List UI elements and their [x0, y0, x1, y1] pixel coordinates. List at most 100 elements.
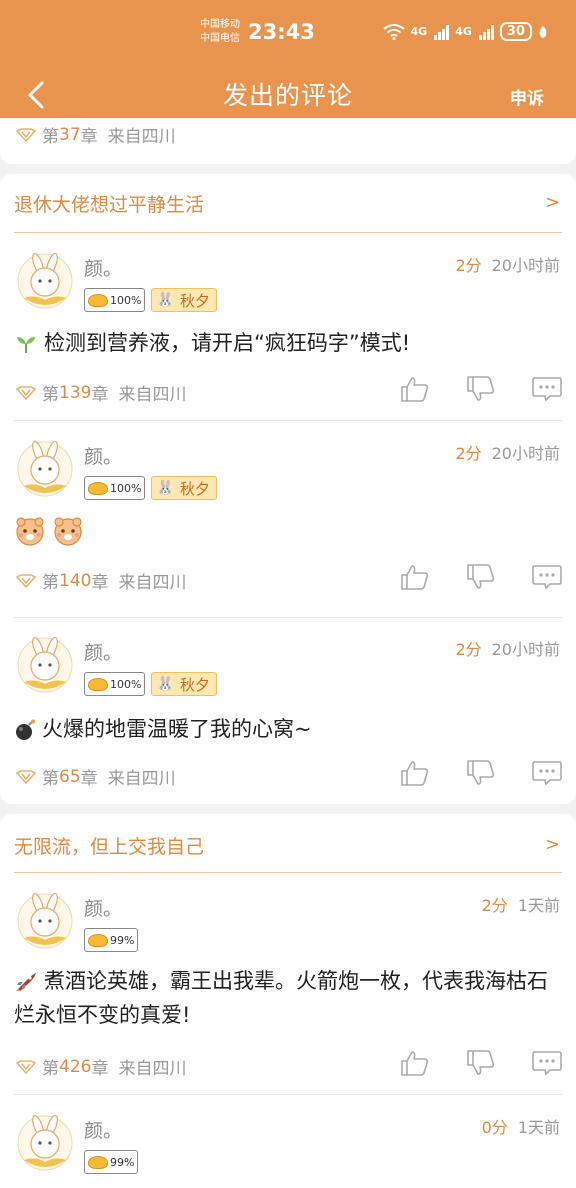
score: 2分 [481, 896, 508, 915]
timestamp: 20小时前 [491, 640, 560, 659]
net-2-label: 4G [455, 25, 472, 38]
thumbs-up-icon[interactable] [400, 376, 430, 402]
chapter-suffix: 章 [80, 769, 98, 789]
comment-meta: 2分 20小时前 [455, 440, 560, 464]
score: 2分 [455, 256, 482, 275]
chapter-suffix: 章 [91, 1059, 109, 1079]
chapter-prefix: 第 [42, 1059, 59, 1079]
avatar[interactable] [16, 252, 74, 310]
chevron-right-icon[interactable]: > [545, 834, 560, 855]
book-title[interactable]: 退休大佬想过平静生活 [14, 190, 204, 217]
rank-badge: 🐰 秋夕 [151, 476, 217, 500]
comment-meta: 2分 20小时前 [455, 252, 560, 276]
timestamp: 20小时前 [491, 256, 560, 275]
comment-body: 检测到营养液，请开启“疯狂码字”模式! [44, 331, 411, 355]
thumbs-down-icon[interactable] [466, 376, 496, 402]
user-badges: 99% [84, 928, 139, 952]
reply-comment-icon[interactable] [532, 564, 562, 590]
chapter-number: 37 [59, 124, 81, 145]
reply-comment-icon[interactable] [532, 376, 562, 402]
gold-ingot-icon [88, 933, 108, 947]
comment-footer: 第 37 章 来自四川 [16, 122, 176, 147]
user-badges: 99% [84, 1150, 139, 1174]
chapter-prefix: 第 [42, 385, 59, 405]
carrier-2: 中国电信 [200, 33, 240, 44]
timestamp: 1天前 [517, 1118, 560, 1137]
chapter-number: 426 [59, 1056, 92, 1077]
gold-badge: 100% [84, 476, 146, 500]
chapter-number: 140 [59, 570, 92, 591]
vip-icon [16, 573, 36, 588]
gold-percent: 100% [110, 677, 142, 691]
timestamp: 1天前 [517, 896, 560, 915]
chapter-prefix: 第 [42, 573, 59, 593]
rank-label: 秋夕 [179, 291, 210, 310]
book-title[interactable]: 无限流，但上交我自己 [14, 832, 204, 859]
username[interactable]: 颜。 [84, 1116, 122, 1143]
gold-percent: 99% [110, 1155, 135, 1169]
vip-icon [16, 1059, 36, 1074]
comment-footer: 第 139 章 来自四川 [16, 380, 186, 405]
divider [14, 232, 562, 233]
comment-text: 煮酒论英雄，霸王出我辈。火箭炮一枚，代表我海枯石烂永恒不变的真爱! [14, 964, 560, 1032]
user-badges: 100% 🐰 秋夕 [84, 288, 217, 312]
gold-badge: 100% [84, 288, 146, 312]
thumbs-up-icon[interactable] [400, 760, 430, 786]
sprout-icon [17, 337, 35, 353]
rabbit-icon: 🐰 [156, 292, 174, 308]
user-badges: 100% 🐰 秋夕 [84, 672, 217, 696]
leaf-icon [539, 25, 547, 38]
avatar[interactable] [16, 1114, 74, 1172]
gold-ingot-icon [88, 293, 108, 307]
chapter-prefix: 第 [42, 127, 59, 147]
location: 来自四川 [118, 1059, 187, 1079]
divider [14, 1094, 562, 1095]
chapter-number: 139 [59, 382, 92, 403]
gold-ingot-icon [88, 677, 108, 691]
username[interactable]: 颜。 [84, 442, 122, 469]
book-group-card: 无限流，但上交我自己 > 颜。 2分 1天前 99% 煮酒论英雄，霸王出我辈。火箭… [0, 814, 576, 1188]
score: 2分 [455, 444, 482, 463]
comment-body: 火爆的地雷温暖了我的心窝~ [42, 717, 312, 741]
avatar[interactable] [16, 440, 74, 498]
reply-comment-icon[interactable] [532, 1050, 562, 1076]
username[interactable]: 颜。 [84, 638, 122, 665]
thumbs-down-icon[interactable] [466, 564, 496, 590]
reply-comment-icon[interactable] [532, 760, 562, 786]
comment-text: 火爆的地雷温暖了我的心窝~ [14, 712, 560, 746]
score: 0分 [481, 1118, 508, 1137]
wifi-icon [382, 23, 405, 40]
comment-item: 颜。 0分 1天前 99% [0, 1110, 576, 1188]
divider [14, 420, 562, 421]
gold-percent: 99% [110, 933, 135, 947]
comment-item: 颜。 2分 1天前 99% 煮酒论英雄，霸王出我辈。火箭炮一枚，代表我海枯石烂永恒… [0, 888, 576, 1088]
tiger-face-emoji-icon [54, 517, 82, 546]
comment-footer: 第 426 章 来自四川 [16, 1054, 186, 1079]
thumbs-down-icon[interactable] [466, 1050, 496, 1076]
username[interactable]: 颜。 [84, 254, 122, 281]
chevron-right-icon[interactable]: > [545, 192, 560, 213]
comment-footer: 第 65 章 来自四川 [16, 764, 176, 789]
thumbs-up-icon[interactable] [400, 564, 430, 590]
vip-icon [16, 769, 36, 784]
vip-icon [16, 127, 36, 142]
appeal-button[interactable]: 申诉 [510, 84, 544, 109]
book-group-card: 退休大佬想过平静生活 > 颜。 2分 20小时前 100% 🐰 秋夕 检测到营养液，… [0, 174, 576, 804]
thumbs-up-icon[interactable] [400, 1050, 430, 1076]
comment-item: 颜。 2分 20小时前 100% 🐰 秋夕 检测到营养液，请开启“疯狂码字”模式! … [0, 248, 576, 418]
avatar[interactable] [16, 892, 74, 950]
avatar[interactable] [16, 636, 74, 694]
bomb-icon [16, 719, 35, 740]
gold-ingot-icon [88, 481, 108, 495]
thumbs-down-icon[interactable] [466, 760, 496, 786]
location: 来自四川 [118, 573, 187, 593]
chapter-suffix: 章 [91, 573, 109, 593]
tiger-face-emoji-icon [16, 517, 44, 546]
gold-percent: 100% [110, 293, 142, 307]
timestamp: 20小时前 [491, 444, 560, 463]
status-icons: 4G 4G 30 [382, 22, 548, 41]
username[interactable]: 颜。 [84, 894, 122, 921]
chapter-suffix: 章 [91, 385, 109, 405]
comment-body: 煮酒论英雄，霸王出我辈。火箭炮一枚，代表我海枯石烂永恒不变的真爱! [14, 969, 548, 1027]
carrier-info: 中国移动 中国电信 [200, 18, 240, 46]
